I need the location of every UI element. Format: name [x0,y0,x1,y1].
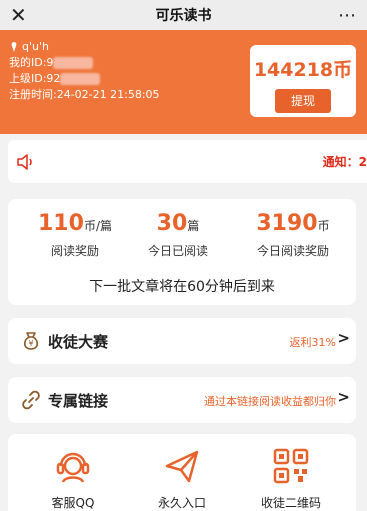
title-bar: ✕ 可乐读书 ⋯ [0,0,367,30]
apprentice-contest-row[interactable]: ¥ 收徒大赛 返利31% > [8,318,356,364]
apprentice-qr-button[interactable]: 收徒二维码 [236,444,346,511]
chevron-right-icon: > [337,388,350,406]
balance-amount: 144218币 [253,59,353,81]
stat-reward-today: 3190币 今日阅读奖励 [256,211,330,258]
notice-bar[interactable]: 通知：2 [8,140,367,183]
page-title: 可乐读书 [155,8,212,24]
stat-articles-read-today: 30篇 今日已阅读 [147,211,208,258]
user-id: 我的ID:9 [9,55,160,71]
customer-service-icon [56,452,90,483]
quick-actions: 客服QQ 永久入口 收徒二维码 [8,434,356,511]
permanent-entry-button[interactable]: 永久入口 [127,444,237,511]
svg-text:¥: ¥ [28,339,33,348]
grid-label: 客服QQ [51,496,95,510]
user-header: q'u'h 我的ID:9 上级ID:92 注册时间:24-02-21 21:58… [0,30,367,134]
user-info: q'u'h 我的ID:9 上级ID:92 注册时间:24-02-21 21:58… [9,39,160,103]
grid-label: 收徒二维码 [260,496,321,510]
row-desc: 返利31% [289,336,336,349]
exclusive-link-row[interactable]: 专属链接 通过本链接阅读收益都归你 > [8,377,356,423]
row-label: 收徒大赛 [48,333,109,351]
grid-label: 永久入口 [157,496,206,510]
chevron-right-icon: > [337,329,350,347]
notice-text: 通知：2 [322,155,367,169]
stat-reward-per-article: 110币/篇 阅读奖励 [38,211,112,258]
more-icon[interactable]: ⋯ [338,5,357,26]
balance-card: 144218币 提现 [250,45,356,117]
row-desc: 通过本链接阅读收益都归你 [204,395,336,408]
next-batch-tip: 下一批文章将在60分钟后到来 [89,279,275,295]
user-name: q'u'h [9,39,160,55]
qr-code-icon [273,448,309,484]
paper-plane-icon [165,450,199,483]
close-icon[interactable]: ✕ [10,3,27,27]
register-time: 注册时间:24-02-21 21:58:05 [9,88,160,101]
withdraw-button[interactable]: 提现 [275,89,331,113]
parent-id: 上级ID:92 [9,71,160,87]
avatar-icon [11,42,17,52]
customer-service-button[interactable]: 客服QQ [18,444,128,511]
money-bag-icon: ¥ [23,332,39,350]
reading-stats: 110币/篇 阅读奖励 30篇 今日已阅读 3190币 今日阅读奖励 下一批文章… [8,199,356,305]
link-icon [22,390,40,410]
speaker-icon [17,154,32,170]
row-label: 专属链接 [48,392,109,410]
